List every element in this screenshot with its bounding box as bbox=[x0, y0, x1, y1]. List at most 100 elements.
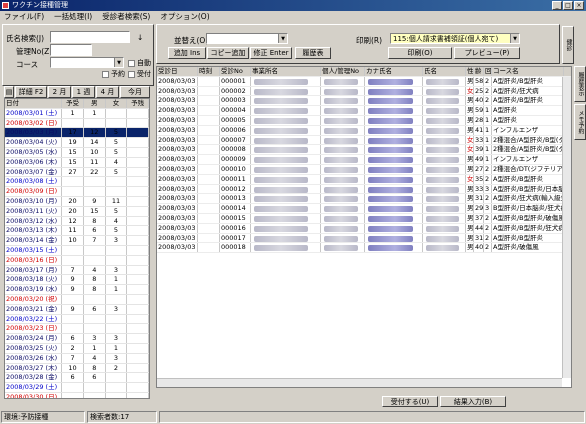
col-remaining[interactable]: 予残 bbox=[127, 99, 149, 108]
table-row[interactable]: 2008/03/03 000001 男 58 2 A型肝炎/B型肝炎 bbox=[157, 76, 571, 87]
table-row[interactable]: 2008/03/03 000006 男 41 1 インフルエンザ bbox=[157, 125, 571, 136]
table-row[interactable]: 2008/03/03 000016 男 44 2 A型肝炎/B型肝炎/狂犬病 bbox=[157, 223, 571, 234]
col-age[interactable]: 齢 bbox=[474, 67, 484, 76]
calendar-row[interactable]: 2008/03/27 (木) 10 8 2 bbox=[5, 363, 149, 374]
table-row[interactable]: 2008/03/03 000014 男 29 3 B型肝炎/日本脳炎/狂犬病 bbox=[157, 204, 571, 214]
copy-add-button[interactable]: コピー追加 bbox=[207, 47, 249, 59]
result-input-button[interactable]: 結果入力(B) bbox=[440, 396, 506, 407]
col-course[interactable]: コース名 bbox=[492, 67, 564, 76]
history-button[interactable]: 履歴表 bbox=[295, 47, 331, 59]
list-vertical-scrollbar[interactable] bbox=[562, 77, 571, 378]
calendar-row[interactable]: 2008/03/11 (火) 20 15 5 bbox=[5, 206, 149, 217]
calendar-row[interactable]: 2008/03/06 (木) 15 11 4 bbox=[5, 157, 149, 168]
menu-file[interactable]: ファイル(F) bbox=[4, 11, 44, 23]
calendar-row[interactable]: 2008/03/30 (日) bbox=[5, 392, 149, 398]
calendar-row[interactable]: 2008/03/03 (月) 17 12 5 bbox=[5, 128, 149, 139]
calendar-row[interactable]: 2008/03/29 (土) bbox=[5, 383, 149, 393]
calendar-row[interactable]: 2008/03/24 (月) 6 3 3 bbox=[5, 334, 149, 344]
calendar-row[interactable]: 2008/03/17 (月) 7 4 3 bbox=[5, 265, 149, 276]
table-row[interactable]: 2008/03/03 000015 男 37 2 A型肝炎/B型肝炎/破傷風 bbox=[157, 213, 571, 224]
table-row[interactable]: 2008/03/03 000010 男 27 2 2種混合/DT(ジフテリア・ bbox=[157, 164, 571, 175]
calendar-row[interactable]: 2008/03/12 (水) 12 8 4 bbox=[5, 216, 149, 227]
calendar-row[interactable]: 2008/03/23 (日) bbox=[5, 324, 149, 335]
table-row[interactable]: 2008/03/03 000004 男 59 1 A型肝炎 bbox=[157, 106, 571, 116]
table-row[interactable]: 2008/03/03 000012 男 33 3 A型肝炎/B型肝炎/日本脳 bbox=[157, 184, 571, 195]
calendar-row[interactable]: 2008/03/08 (土) bbox=[5, 177, 149, 188]
sort-select[interactable]: ▼ bbox=[206, 33, 288, 44]
col-person-no[interactable]: 個人/管理No bbox=[321, 67, 365, 76]
col-exam-no[interactable]: 受診No bbox=[220, 67, 251, 76]
calendar-row[interactable]: 2008/03/19 (水) 9 8 1 bbox=[5, 285, 149, 295]
table-row[interactable]: 2008/03/03 000018 男 40 2 A型肝炎/破傷風 bbox=[157, 243, 571, 254]
two-month-button[interactable]: 2 月 bbox=[48, 86, 71, 98]
calendar-row[interactable]: 2008/03/15 (土) bbox=[5, 245, 149, 256]
calendar-row[interactable]: 2008/03/09 (日) bbox=[5, 187, 149, 197]
menu-search[interactable]: 受診者検索(S) bbox=[102, 11, 150, 23]
calendar-row[interactable]: 2008/03/22 (土) bbox=[5, 314, 149, 325]
reserve-checkbox[interactable]: 予約 bbox=[102, 69, 125, 79]
table-row[interactable]: 2008/03/03 000003 男 40 2 A型肝炎/B型肝炎 bbox=[157, 96, 571, 107]
course-select[interactable]: ▼ bbox=[50, 57, 124, 68]
table-row[interactable]: 2008/03/03 000013 男 31 2 A型肝炎/狂犬病(輸入級生) bbox=[157, 194, 571, 205]
name-search-input[interactable] bbox=[50, 31, 130, 43]
col-male[interactable]: 男 bbox=[84, 99, 106, 108]
col-time[interactable]: 時刻 bbox=[198, 67, 220, 76]
calendar-row[interactable]: 2008/03/16 (日) bbox=[5, 255, 149, 266]
calendar-row[interactable]: 2008/03/01 (土) 1 1 bbox=[5, 108, 149, 119]
preview-button[interactable]: プレビュー(P) bbox=[454, 47, 520, 59]
print-button[interactable]: 印刷(O) bbox=[388, 47, 452, 59]
table-row[interactable]: 2008/03/03 000011 女 35 2 A型肝炎/B型肝炎 bbox=[157, 174, 571, 185]
tab-memo[interactable]: メモ予約 bbox=[574, 104, 586, 140]
minimize-button[interactable]: _ bbox=[552, 1, 562, 10]
col-kana-name[interactable]: カナ氏名 bbox=[365, 67, 423, 76]
print-select[interactable]: 115:個人請求書補領証(個人宛て) ▼ bbox=[390, 33, 520, 44]
col-female[interactable]: 女 bbox=[106, 99, 128, 108]
col-sex[interactable]: 性 bbox=[466, 67, 474, 76]
calendar-row[interactable]: 2008/03/13 (木) 11 6 5 bbox=[5, 226, 149, 237]
col-reserved[interactable]: 予受 bbox=[62, 99, 84, 108]
calendar-row[interactable]: 2008/03/20 (祝) bbox=[5, 294, 149, 305]
edit-button[interactable]: 修正 Enter bbox=[250, 47, 292, 59]
menu-batch[interactable]: 一括処理(I) bbox=[54, 11, 92, 23]
table-row[interactable]: 2008/03/03 000009 男 49 1 インフルエンザ bbox=[157, 155, 571, 165]
this-month-button[interactable]: 今月 bbox=[120, 86, 150, 98]
col-name[interactable]: 氏名 bbox=[423, 67, 466, 76]
tab-history[interactable]: 履歴表示 bbox=[574, 66, 586, 102]
col-date[interactable]: 日付 bbox=[5, 99, 63, 108]
receive-button[interactable]: 受付する(U) bbox=[382, 396, 438, 407]
calendar-row[interactable]: 2008/03/10 (月) 20 9 11 bbox=[5, 196, 149, 207]
april-button[interactable]: 4 月 bbox=[96, 86, 119, 98]
menu-options[interactable]: オプション(O) bbox=[160, 11, 209, 23]
calendar-row[interactable]: 2008/03/05 (水) 15 10 5 bbox=[5, 147, 149, 158]
arrow-down-icon[interactable]: ↓ bbox=[137, 33, 143, 42]
calendar-toggle-button[interactable]: ▤ bbox=[4, 86, 14, 98]
table-row[interactable]: 2008/03/03 000002 女 25 2 A型肝炎/狂犬病 bbox=[157, 86, 571, 97]
tab-checkup[interactable]: 健診 bbox=[562, 26, 574, 64]
close-button[interactable]: × bbox=[574, 1, 584, 10]
calendar-row[interactable]: 2008/03/07 (金) 27 22 5 bbox=[5, 167, 149, 178]
table-row[interactable]: 2008/03/03 000017 男 31 2 A型肝炎/B型肝炎 bbox=[157, 233, 571, 244]
calendar-row[interactable]: 2008/03/28 (金) 6 6 bbox=[5, 373, 149, 384]
table-row[interactable]: 2008/03/03 000007 女 33 1 2種混合/A型肝炎/B型(ダイ bbox=[157, 135, 571, 146]
add-button[interactable]: 追加 Ins bbox=[168, 47, 206, 59]
table-row[interactable]: 2008/03/03 000005 男 28 1 A型肝炎 bbox=[157, 115, 571, 126]
calendar-row[interactable]: 2008/03/14 (金) 10 7 3 bbox=[5, 236, 149, 246]
list-horizontal-scrollbar[interactable] bbox=[157, 378, 562, 387]
col-company[interactable]: 事業所名 bbox=[251, 67, 321, 76]
one-week-button[interactable]: 1 週 bbox=[72, 86, 95, 98]
auto-checkbox[interactable]: 自動 bbox=[128, 58, 151, 68]
calendar-male-cell bbox=[84, 118, 106, 128]
calendar-row[interactable]: 2008/03/21 (金) 9 6 3 bbox=[5, 304, 149, 315]
calendar-row[interactable]: 2008/03/04 (火) 19 14 5 bbox=[5, 138, 149, 148]
calendar-row[interactable]: 2008/03/18 (火) 9 8 1 bbox=[5, 275, 149, 286]
table-row[interactable]: 2008/03/03 000008 女 39 1 2種混合/A型肝炎/B型(ダイ bbox=[157, 145, 571, 156]
reception-checkbox[interactable]: 受付 bbox=[128, 69, 151, 79]
col-exam-date[interactable]: 受診日 bbox=[157, 67, 198, 76]
col-count[interactable]: 回 bbox=[484, 67, 492, 76]
calendar-row[interactable]: 2008/03/26 (水) 7 4 3 bbox=[5, 353, 149, 364]
mgmt-no-input[interactable] bbox=[50, 44, 92, 56]
calendar-row[interactable]: 2008/03/25 (火) 2 1 1 bbox=[5, 343, 149, 354]
maximize-button[interactable]: □ bbox=[563, 1, 573, 10]
calendar-row[interactable]: 2008/03/02 (日) bbox=[5, 118, 149, 129]
detail-button[interactable]: 詳細 F2 bbox=[15, 86, 47, 98]
